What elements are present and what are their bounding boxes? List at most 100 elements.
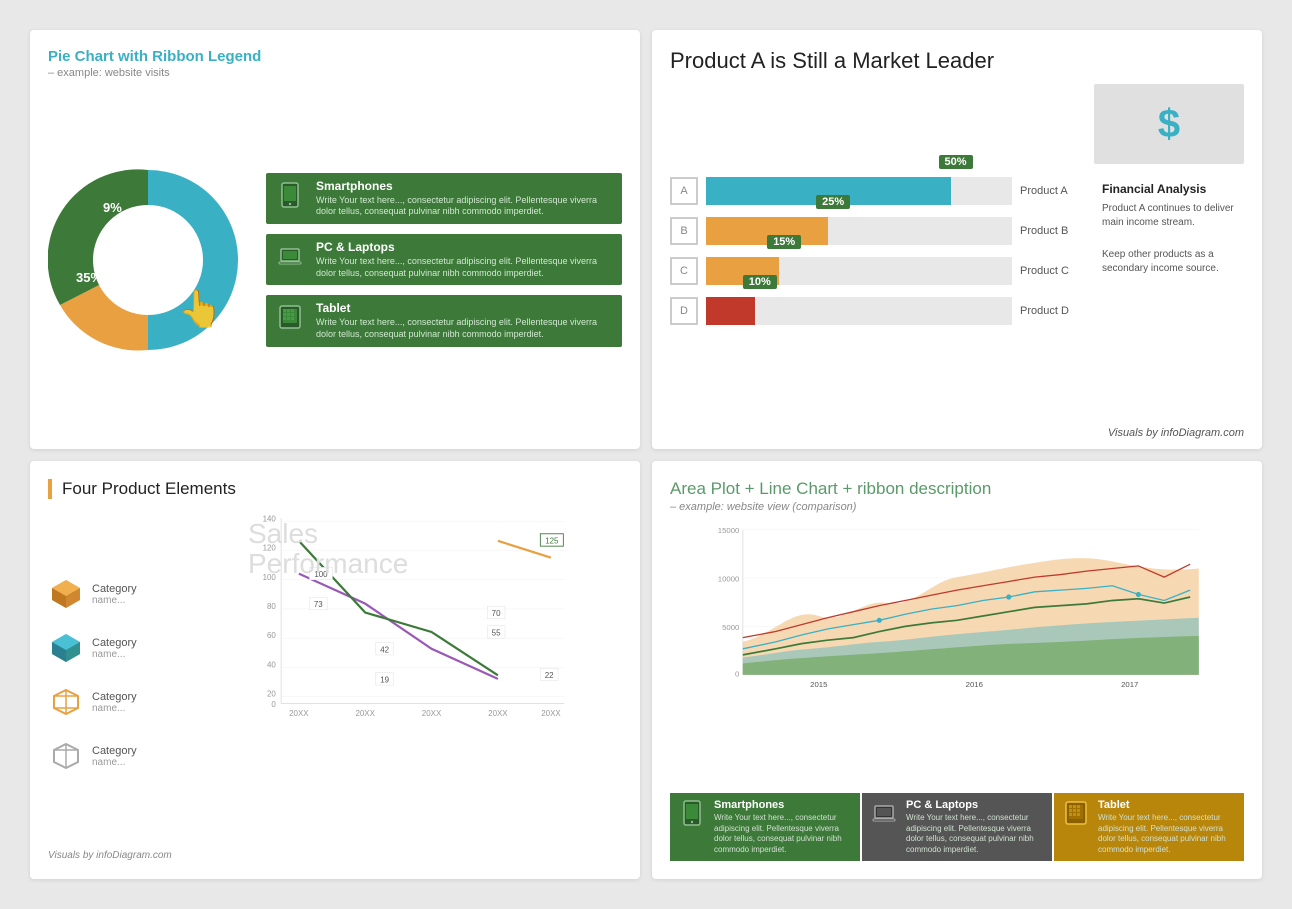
area-legend-laptops: PC & Laptops Write Your text here..., co… bbox=[862, 793, 1052, 861]
area-legend-tablet-title: Tablet bbox=[1098, 799, 1236, 811]
legend-laptops: PC & Laptops Write Your text here..., co… bbox=[266, 234, 622, 285]
dollar-box: $ bbox=[1094, 84, 1244, 164]
svg-text:2016: 2016 bbox=[966, 679, 983, 688]
svg-text:20XX: 20XX bbox=[289, 709, 309, 718]
cube-icon-3 bbox=[48, 684, 84, 720]
area-legend-smartphones-text: Smartphones Write Your text here..., con… bbox=[714, 799, 852, 855]
bar-product-d: Product D bbox=[1020, 305, 1080, 317]
dollar-sign: $ bbox=[1158, 102, 1180, 147]
financial-text2: Keep other products as a secondary incom… bbox=[1102, 248, 1236, 276]
pie-label-52: 52% bbox=[143, 230, 169, 245]
hand-icon: 👆 bbox=[178, 288, 223, 330]
svg-text:15000: 15000 bbox=[718, 526, 740, 535]
cube-icon-4 bbox=[48, 738, 84, 774]
area-legend: Smartphones Write Your text here..., con… bbox=[670, 793, 1244, 861]
legend-list: Smartphones Write Your text here..., con… bbox=[266, 173, 622, 347]
legend-tablet-desc: Write Your text here..., consectetur adi… bbox=[316, 317, 614, 340]
product-item-3: Categoryname... bbox=[48, 684, 178, 720]
card-pie-chart: Pie Chart with Ribbon Legend – example: … bbox=[30, 30, 640, 449]
svg-text:20XX: 20XX bbox=[422, 709, 442, 718]
product-label-1: Categoryname... bbox=[92, 583, 137, 606]
product-item-2: Categoryname... bbox=[48, 630, 178, 666]
legend-tablet-text: Tablet Write Your text here..., consecte… bbox=[316, 301, 614, 340]
financial-text1: Product A continues to deliver main inco… bbox=[1102, 202, 1236, 230]
svg-text:55: 55 bbox=[492, 628, 501, 637]
dashboard: Pie Chart with Ribbon Legend – example: … bbox=[0, 0, 1292, 909]
product-label-3: Categoryname... bbox=[92, 691, 137, 714]
cube-icon-2 bbox=[48, 630, 84, 666]
area-chart-container: 15000 10000 5000 0 2015 2016 2017 bbox=[670, 521, 1244, 786]
pie-label-9: 9% bbox=[103, 200, 122, 215]
bar-pct-c: 15% bbox=[767, 235, 801, 249]
svg-text:10000: 10000 bbox=[718, 574, 740, 583]
area-legend-smartphones-desc: Write Your text here..., consectetur adi… bbox=[714, 813, 852, 855]
laptop-icon bbox=[274, 240, 306, 272]
legend-laptops-text: PC & Laptops Write Your text here..., co… bbox=[316, 240, 614, 279]
bar-row-b: B 25% Product B bbox=[670, 217, 1080, 245]
card2-title: Product A is Still a Market Leader bbox=[670, 48, 1244, 74]
financial-box: Financial Analysis Product A continues t… bbox=[1094, 174, 1244, 284]
product-item-1: Categoryname... bbox=[48, 576, 178, 612]
svg-text:20XX: 20XX bbox=[541, 709, 561, 718]
bar-fill-d bbox=[706, 297, 755, 325]
svg-text:20XX: 20XX bbox=[488, 709, 508, 718]
card1-subtitle: – example: website visits bbox=[48, 67, 622, 79]
card3-footer: Visuals by infoDiagram.com bbox=[48, 850, 622, 861]
pie-labels: 52% 35% 9% bbox=[48, 160, 248, 360]
bar-pct-a: 50% bbox=[939, 155, 973, 169]
svg-text:2015: 2015 bbox=[810, 679, 827, 688]
svg-text:20XX: 20XX bbox=[355, 709, 375, 718]
product-label-4: Categoryname... bbox=[92, 745, 137, 768]
svg-text:2017: 2017 bbox=[1121, 679, 1138, 688]
area-legend-laptops-title: PC & Laptops bbox=[906, 799, 1044, 811]
pie-label-35: 35% bbox=[76, 270, 102, 285]
legend-tablet: Tablet Write Your text here..., consecte… bbox=[266, 295, 622, 346]
svg-text:5000: 5000 bbox=[722, 622, 740, 631]
svg-text:0: 0 bbox=[271, 700, 276, 709]
svg-text:19: 19 bbox=[380, 675, 389, 684]
cube-icon-1 bbox=[48, 576, 84, 612]
card-area-plot: Area Plot + Line Chart + ribbon descript… bbox=[652, 461, 1262, 880]
svg-text:42: 42 bbox=[380, 645, 389, 654]
area-chart-svg: 15000 10000 5000 0 2015 2016 2017 bbox=[670, 521, 1244, 711]
bar-pct-d: 10% bbox=[743, 275, 777, 289]
area-legend-laptops-desc: Write Your text here..., consectetur adi… bbox=[906, 813, 1044, 855]
svg-text:20: 20 bbox=[267, 689, 276, 698]
svg-text:22: 22 bbox=[545, 670, 554, 679]
area-tablet-icon bbox=[1062, 799, 1090, 827]
card4-subtitle: – example: website view (comparison) bbox=[670, 501, 1244, 513]
bar-chart: A 50% Product A B 25% Product B bbox=[670, 84, 1080, 419]
market-side: $ Financial Analysis Product A continues… bbox=[1094, 84, 1244, 419]
area-legend-tablet-text: Tablet Write Your text here..., consecte… bbox=[1098, 799, 1236, 855]
area-legend-tablet-desc: Write Your text here..., consectetur adi… bbox=[1098, 813, 1236, 855]
bar-label-c: C bbox=[670, 257, 698, 285]
card4-title: Area Plot + Line Chart + ribbon descript… bbox=[670, 479, 1244, 499]
bar-pct-b: 25% bbox=[816, 195, 850, 209]
bar-label-b: B bbox=[670, 217, 698, 245]
legend-laptops-desc: Write Your text here..., consectetur adi… bbox=[316, 256, 614, 279]
tablet-icon bbox=[274, 301, 306, 333]
product-item-4: Categoryname... bbox=[48, 738, 178, 774]
smartphone-icon bbox=[274, 179, 306, 211]
sales-title: SalesPerformance bbox=[248, 519, 408, 581]
bar-product-b: Product B bbox=[1020, 225, 1080, 237]
card3-body: Categoryname... Categoryname... bbox=[48, 509, 622, 843]
card1-body: 52% 35% 9% 👆 S bbox=[48, 89, 622, 431]
bar-row-a: A 50% Product A bbox=[670, 177, 1080, 205]
pie-chart: 52% 35% 9% 👆 bbox=[48, 160, 248, 360]
product-list: Categoryname... Categoryname... bbox=[48, 509, 178, 843]
card3-title: Four Product Elements bbox=[48, 479, 622, 499]
svg-text:70: 70 bbox=[492, 609, 501, 618]
card2-footer: Visuals by infoDiagram.com bbox=[670, 427, 1244, 439]
bar-outer-d: 10% bbox=[706, 297, 1012, 325]
svg-text:60: 60 bbox=[267, 631, 276, 640]
line-chart-area: SalesPerformance 140 120 100 80 60 40 20… bbox=[188, 509, 622, 843]
card1-title: Pie Chart with Ribbon Legend bbox=[48, 48, 622, 65]
area-legend-smartphones: Smartphones Write Your text here..., con… bbox=[670, 793, 860, 861]
area-legend-laptops-text: PC & Laptops Write Your text here..., co… bbox=[906, 799, 1044, 855]
bar-label-a: A bbox=[670, 177, 698, 205]
card-product-elements: Four Product Elements Categoryname... bbox=[30, 461, 640, 880]
svg-text:40: 40 bbox=[267, 660, 276, 669]
svg-text:73: 73 bbox=[314, 600, 323, 609]
bar-product-c: Product C bbox=[1020, 265, 1080, 277]
